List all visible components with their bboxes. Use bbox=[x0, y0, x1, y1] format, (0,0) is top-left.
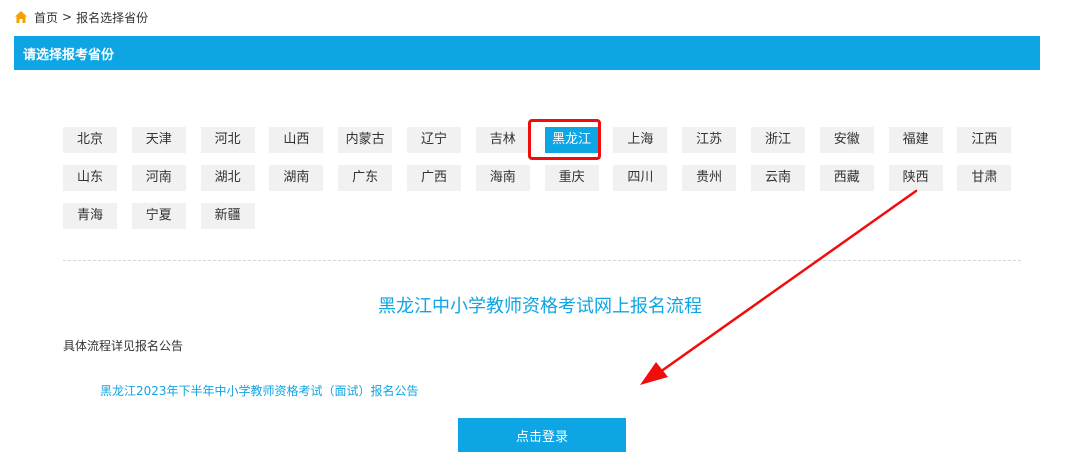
province-5[interactable]: 内蒙古 bbox=[338, 127, 393, 153]
process-title: 黑龙江中小学教师资格考试网上报名流程 bbox=[378, 296, 702, 317]
province-23[interactable]: 四川 bbox=[613, 165, 668, 191]
province-1[interactable]: 北京 bbox=[63, 127, 117, 153]
province-12[interactable]: 安徽 bbox=[819, 127, 874, 153]
province-28[interactable]: 甘肃 bbox=[957, 165, 1012, 191]
breadcrumb-current: 报名选择省份 bbox=[76, 10, 149, 25]
province-9[interactable]: 上海 bbox=[613, 127, 668, 153]
section-divider bbox=[63, 260, 1021, 261]
province-11[interactable]: 浙江 bbox=[751, 127, 805, 153]
breadcrumb: 首页 > 报名选择省份 bbox=[14, 7, 148, 27]
province-7[interactable]: 吉林 bbox=[475, 127, 530, 153]
province-26[interactable]: 西藏 bbox=[819, 165, 874, 191]
registration-notice-link[interactable]: 黑龙江2023年下半年中小学教师资格考试（面试）报名公告 bbox=[100, 382, 419, 399]
province-19[interactable]: 广东 bbox=[338, 165, 393, 191]
province-4[interactable]: 山西 bbox=[269, 127, 324, 153]
province-13[interactable]: 福建 bbox=[888, 127, 943, 153]
province-15[interactable]: 山东 bbox=[63, 165, 117, 191]
breadcrumb-home-link[interactable]: 首页 bbox=[34, 9, 58, 26]
home-icon[interactable] bbox=[14, 10, 28, 24]
province-6[interactable]: 辽宁 bbox=[407, 127, 461, 153]
province-16[interactable]: 河南 bbox=[131, 165, 186, 191]
login-button[interactable]: 点击登录 bbox=[458, 418, 626, 452]
province-24[interactable]: 贵州 bbox=[682, 165, 737, 191]
process-note: 具体流程详见报名公告 bbox=[63, 339, 184, 353]
province-14[interactable]: 江西 bbox=[957, 127, 1012, 153]
province-31[interactable]: 新疆 bbox=[200, 203, 255, 229]
breadcrumb-separator: > bbox=[62, 10, 73, 24]
page-title-bar: 请选择报考省份 bbox=[14, 36, 1040, 70]
province-29[interactable]: 青海 bbox=[63, 203, 117, 229]
province-25[interactable]: 云南 bbox=[751, 165, 805, 191]
province-2[interactable]: 天津 bbox=[131, 127, 186, 153]
province-22[interactable]: 重庆 bbox=[544, 165, 599, 191]
province-10[interactable]: 江苏 bbox=[682, 127, 737, 153]
province-27[interactable]: 陕西 bbox=[888, 165, 943, 191]
province-18[interactable]: 湖南 bbox=[269, 165, 324, 191]
province-21[interactable]: 海南 bbox=[475, 165, 530, 191]
annotation-arrow bbox=[640, 189, 918, 385]
province-17[interactable]: 湖北 bbox=[200, 165, 255, 191]
province-20[interactable]: 广西 bbox=[407, 165, 461, 191]
province-30[interactable]: 宁夏 bbox=[131, 203, 186, 229]
province-8[interactable]: 黑龙江 bbox=[544, 127, 599, 153]
page-title: 请选择报考省份 bbox=[23, 47, 115, 63]
province-3[interactable]: 河北 bbox=[200, 127, 255, 153]
